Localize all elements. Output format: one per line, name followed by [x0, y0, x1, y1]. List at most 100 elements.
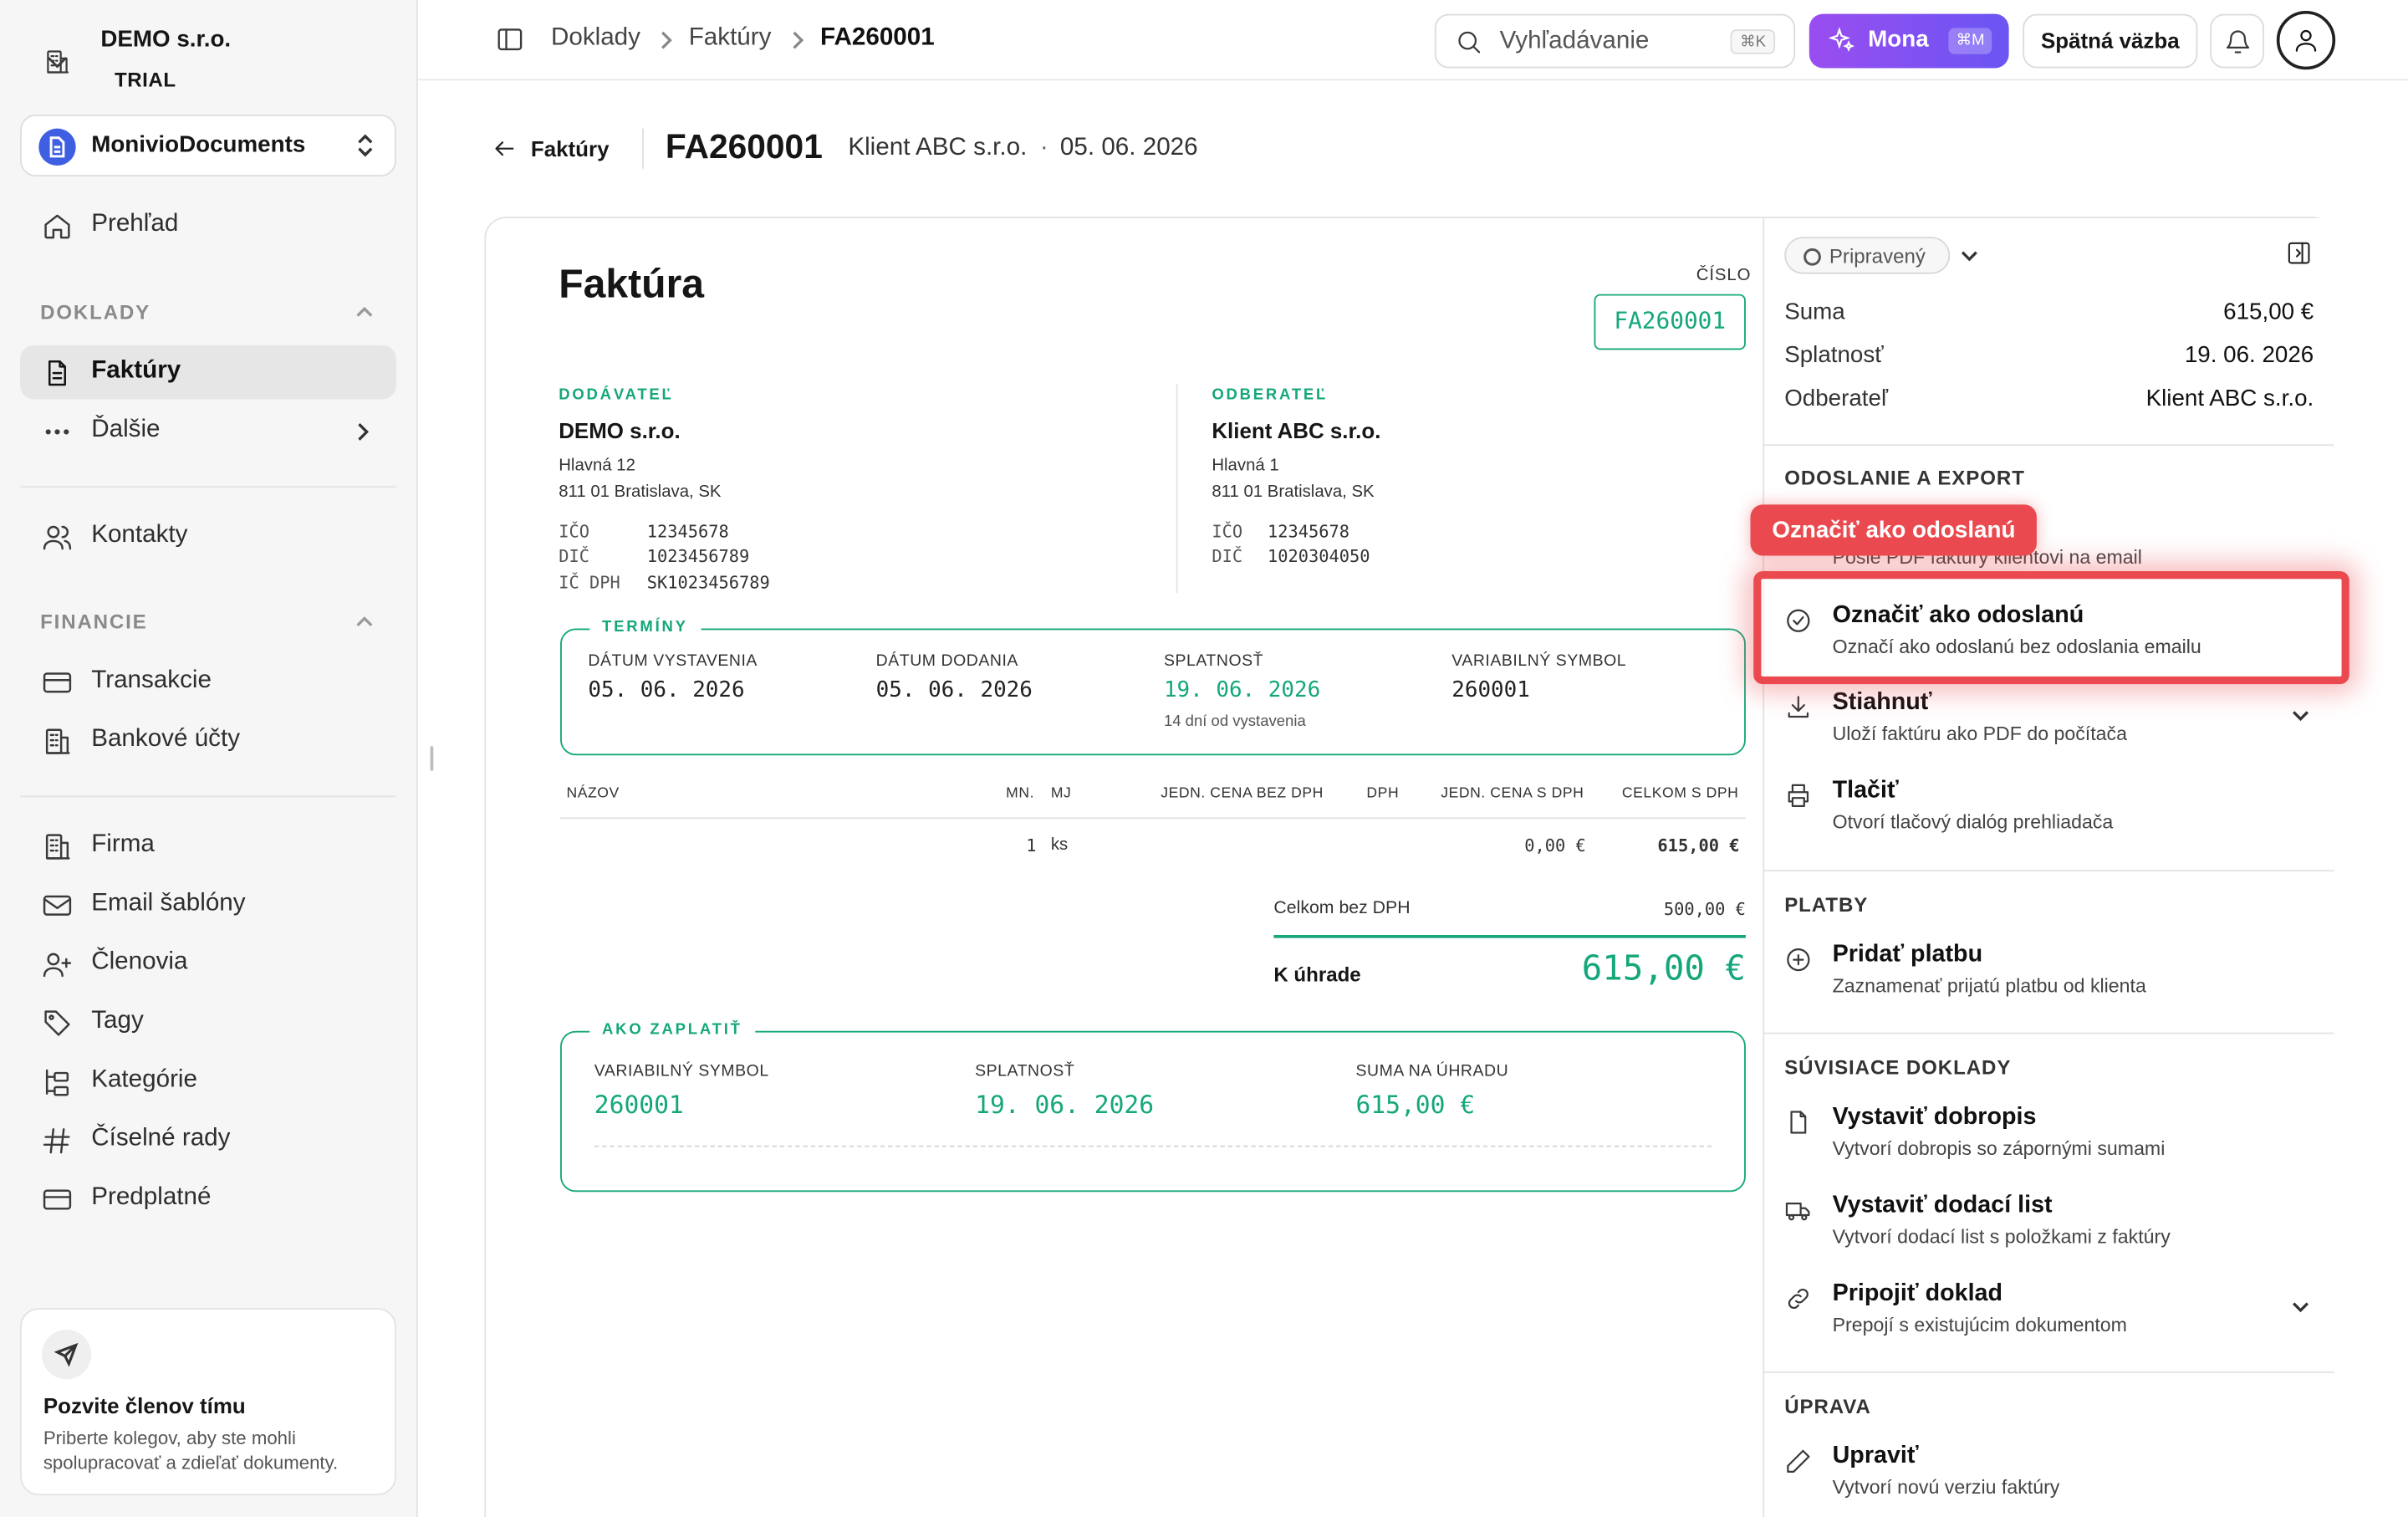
summary-amount: 615,00 € — [2223, 299, 2314, 325]
chevron-right-icon — [358, 422, 370, 441]
amount-due-value: 615,00 € — [1581, 950, 1746, 989]
action-subtitle: Prepojí s existujúcim dokumentom — [1832, 1314, 2127, 1336]
chevron-right-icon — [661, 31, 672, 49]
download-action[interactable]: Stiahnuť Uloží faktúru ako PDF do počíta… — [1784, 689, 2310, 767]
chevron-down-icon — [48, 57, 67, 68]
subtotal-value: 500,00 € — [1663, 899, 1746, 920]
workspace-switcher[interactable]: MonivioDocuments — [20, 114, 396, 177]
add-payment-action[interactable]: Pridať platbu Zaznamenať prijatú platbu … — [1784, 941, 2310, 1019]
action-subtitle: Uloží faktúru ako PDF do počítača — [1832, 723, 2127, 745]
notifications-button[interactable] — [2210, 13, 2265, 69]
customer-name: Klient ABC s.r.o. — [1212, 417, 1381, 443]
sidebar-toggle-icon[interactable] — [495, 25, 524, 54]
sidebar-item-label: Členovia — [91, 948, 188, 976]
document-icon — [1790, 1111, 1807, 1134]
sidebar-item-overview[interactable]: Prehľad — [20, 198, 396, 253]
user-avatar-button[interactable] — [2276, 10, 2336, 70]
column-header-price-inc-vat: JEDN. CENA S DPH — [1441, 784, 1584, 802]
pay-vs: 260001 — [594, 1090, 684, 1120]
org-name: DEMO s.r.o. — [100, 26, 232, 53]
link-document-action[interactable]: Pripojiť doklad Prepojí s existujúcim do… — [1784, 1280, 2310, 1358]
header-separator: · — [1039, 135, 1048, 161]
action-title: Pripojiť doklad — [1832, 1279, 2003, 1307]
sidebar: DEMO s.r.o. TRIAL MonivioDocuments Prehľ… — [0, 0, 418, 1517]
sidebar-item-label: Tagy — [91, 1008, 144, 1034]
sidebar-item-label: Kategórie — [91, 1066, 198, 1093]
divider — [1763, 1371, 2334, 1373]
sidebar-item-members[interactable]: Členovia — [20, 937, 396, 991]
building-icon — [45, 728, 70, 754]
invite-text: Priberte kolegov, aby ste mohli spolupra… — [43, 1427, 339, 1474]
status-dropdown[interactable]: Pripravený — [1784, 237, 1951, 274]
sidebar-item-number-series[interactable]: Číselné rady — [20, 1113, 396, 1167]
column-header-vat: DPH — [1366, 784, 1400, 802]
action-subtitle: Označí ako odoslanú bez odoslania emailu — [1832, 636, 2201, 658]
sidebar-item-tags[interactable]: Tagy — [20, 995, 396, 1050]
credit-note-action[interactable]: Vystaviť dobropis Vytvorí dobropis so zá… — [1784, 1104, 2310, 1182]
mona-assistant-button[interactable]: Mona ⌘M — [1809, 13, 2009, 69]
delivery-note-action[interactable]: Vystaviť dodací list Vytvorí dodací list… — [1784, 1192, 2310, 1269]
divider — [1763, 444, 2334, 447]
download-icon — [1788, 696, 1809, 718]
panel-collapse-icon[interactable] — [2286, 240, 2312, 266]
printer-icon — [1788, 784, 1809, 808]
user-plus-icon — [43, 953, 72, 978]
highlight-tooltip: Označiť ako odoslanú — [1750, 504, 2038, 556]
cell-price-inc-vat: 0,00 € — [1524, 835, 1586, 856]
print-action[interactable]: Tlačiť Otvorí tlačový dialóg prehliadača — [1784, 777, 2310, 855]
edit-action[interactable]: Upraviť Vytvorí novú verziu faktúry — [1784, 1443, 2310, 1517]
sidebar-item-categories[interactable]: Kategórie — [20, 1055, 396, 1109]
chevron-down-icon[interactable] — [2290, 1299, 2310, 1315]
breadcrumb-faktury[interactable]: Faktúry — [689, 25, 772, 53]
sidebar-resize-handle[interactable] — [430, 746, 434, 771]
arrow-left-icon — [495, 141, 514, 156]
column-header-total: CELKOM S DPH — [1621, 784, 1739, 802]
supplier-ico-label: IČO — [559, 521, 589, 542]
bell-icon — [2226, 30, 2250, 54]
sidebar-item-bank-accounts[interactable]: Bankové účty — [20, 713, 396, 768]
org-switcher[interactable]: DEMO s.r.o. TRIAL — [37, 22, 393, 100]
card-icon — [43, 672, 72, 693]
card-icon — [43, 1189, 72, 1210]
chevron-up-icon[interactable] — [355, 305, 375, 321]
users-icon — [43, 525, 72, 550]
tree-icon — [45, 1069, 69, 1096]
action-title: Vystaviť dodací list — [1832, 1192, 2053, 1218]
summary-due: 19. 06. 2026 — [2184, 342, 2314, 369]
truck-icon — [1785, 1203, 1810, 1221]
app-window: DEMO s.r.o. TRIAL MonivioDocuments Prehľ… — [0, 0, 2408, 1517]
action-title: Tlačiť — [1832, 777, 1899, 804]
breadcrumb-doklady[interactable]: Doklady — [551, 25, 640, 53]
issue-date-label: DÁTUM VYSTAVENIA — [588, 651, 758, 671]
sidebar-item-email-templates[interactable]: Email šablóny — [20, 878, 396, 932]
sidebar-item-subscription[interactable]: Predplatné — [20, 1172, 396, 1226]
chevron-up-icon[interactable] — [355, 615, 375, 631]
supplier-label: DODÁVATEĽ — [559, 386, 674, 405]
sidebar-item-invoices[interactable]: Faktúry — [20, 345, 396, 400]
invite-title: Pozvite členov tímu — [43, 1392, 246, 1418]
page-title: FA260001 — [665, 126, 823, 166]
summary-due-label: Splatnosť — [1784, 342, 1884, 369]
action-title: Pridať platbu — [1832, 941, 1983, 968]
due-date: 19. 06. 2026 — [1163, 677, 1321, 703]
divider — [642, 128, 645, 169]
action-title: Stiahnuť — [1832, 688, 1932, 716]
feedback-button[interactable]: Spätná väzba — [2023, 13, 2198, 69]
summary-customer: Klient ABC s.r.o. — [2145, 385, 2314, 412]
customer-ico: 12345678 — [1267, 521, 1350, 542]
chevron-down-icon[interactable] — [1959, 248, 1979, 263]
mark-as-sent-action-highlighted[interactable]: Označiť ako odoslanú Označí ako odoslanú… — [1784, 602, 2310, 680]
sidebar-item-label: Prehľad — [91, 210, 179, 238]
plan-badge: TRIAL — [114, 68, 176, 92]
search-input[interactable]: Vyhľadávanie ⌘K — [1434, 13, 1796, 69]
sidebar-item-contacts[interactable]: Kontakty — [20, 509, 396, 564]
check-circle-icon — [1787, 609, 1810, 632]
sidebar-item-more[interactable]: Ďalšie — [20, 404, 396, 458]
sidebar-item-transactions[interactable]: Transakcie — [20, 655, 396, 709]
column-header-qty: MN. — [1006, 784, 1035, 802]
sidebar-item-company[interactable]: Firma — [20, 819, 396, 873]
tag-icon — [44, 1010, 70, 1036]
chevron-down-icon[interactable] — [2290, 707, 2310, 723]
action-title: Označiť ako odoslanú — [1832, 602, 2084, 629]
invite-card[interactable]: Pozvite členov tímu Priberte kolegov, ab… — [20, 1308, 396, 1496]
